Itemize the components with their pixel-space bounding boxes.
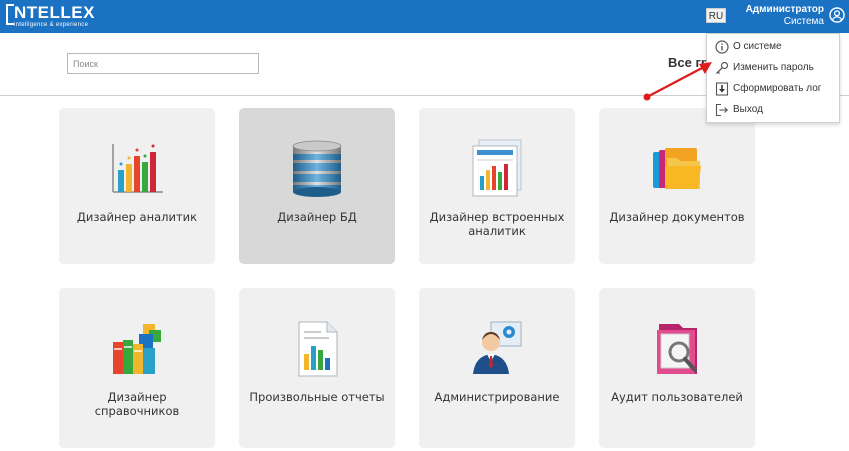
search-input[interactable] (67, 53, 259, 74)
tile-label: Дизайнер аналитик (76, 210, 198, 224)
menu-item-label: Сформировать лог (733, 83, 822, 94)
annotation-arrow-icon (643, 62, 712, 101)
document-chart-icon (298, 321, 338, 377)
tile-label: Администрирование (434, 390, 560, 404)
tile-label: Дизайнер справочников (94, 390, 180, 418)
menu-item-label: Изменить пароль (733, 62, 814, 73)
language-switch[interactable]: RU (706, 8, 726, 23)
menu-item-generate-log[interactable]: Сформировать лог (715, 80, 839, 98)
app-logo[interactable]: NTELLEX intelligence & experience (6, 3, 104, 29)
report-chart-icon (472, 139, 522, 197)
tile-administration[interactable]: Администрирование (419, 288, 575, 448)
database-icon (292, 140, 342, 197)
logo-tagline: intelligence & experience (14, 22, 89, 28)
folders-icon (653, 148, 701, 189)
tile-label: Дизайнер встроенных аналитик (429, 210, 565, 238)
tile-documents-designer[interactable]: Дизайнер документов (599, 108, 755, 264)
audit-folder-icon (657, 324, 697, 374)
tile-db-designer[interactable]: Дизайнер БД (239, 108, 395, 264)
menu-item-label: Выход (733, 104, 763, 115)
user-name[interactable]: Администратор (746, 4, 824, 16)
user-avatar-icon[interactable] (829, 7, 845, 23)
menu-item-about[interactable]: О системе (715, 38, 839, 56)
tile-label: Произвольные отчеты (249, 390, 385, 404)
tile-label: Дизайнер БД (277, 210, 357, 224)
tile-analytics-designer[interactable]: Дизайнер аналитик (59, 108, 215, 264)
tile-user-audit[interactable]: Аудит пользователей (599, 288, 755, 448)
bar-chart-icon (112, 144, 163, 193)
tile-custom-reports[interactable]: Произвольные отчеты (239, 288, 395, 448)
admin-user-icon (473, 321, 522, 374)
logo-bracket (6, 4, 14, 25)
tile-directories-designer[interactable]: Дизайнер справочников (59, 288, 215, 448)
menu-item-label: О системе (733, 41, 782, 52)
tile-embedded-analytics-designer[interactable]: Дизайнер встроенных аналитик (419, 108, 575, 264)
logout-icon (715, 103, 729, 117)
top-bar: NTELLEX intelligence & experience RU Адм… (0, 0, 849, 33)
tile-label: Аудит пользователей (611, 390, 743, 404)
tile-label: Дизайнер документов (609, 210, 745, 224)
user-menu-dropdown: О системе Изменить пароль Сформировать л… (706, 33, 840, 123)
books-icon (113, 324, 161, 374)
menu-item-logout[interactable]: Выход (715, 101, 839, 119)
user-role: Система (783, 16, 824, 27)
menu-item-change-password[interactable]: Изменить пароль (715, 59, 839, 77)
logo-text: NTELLEX (14, 3, 95, 22)
